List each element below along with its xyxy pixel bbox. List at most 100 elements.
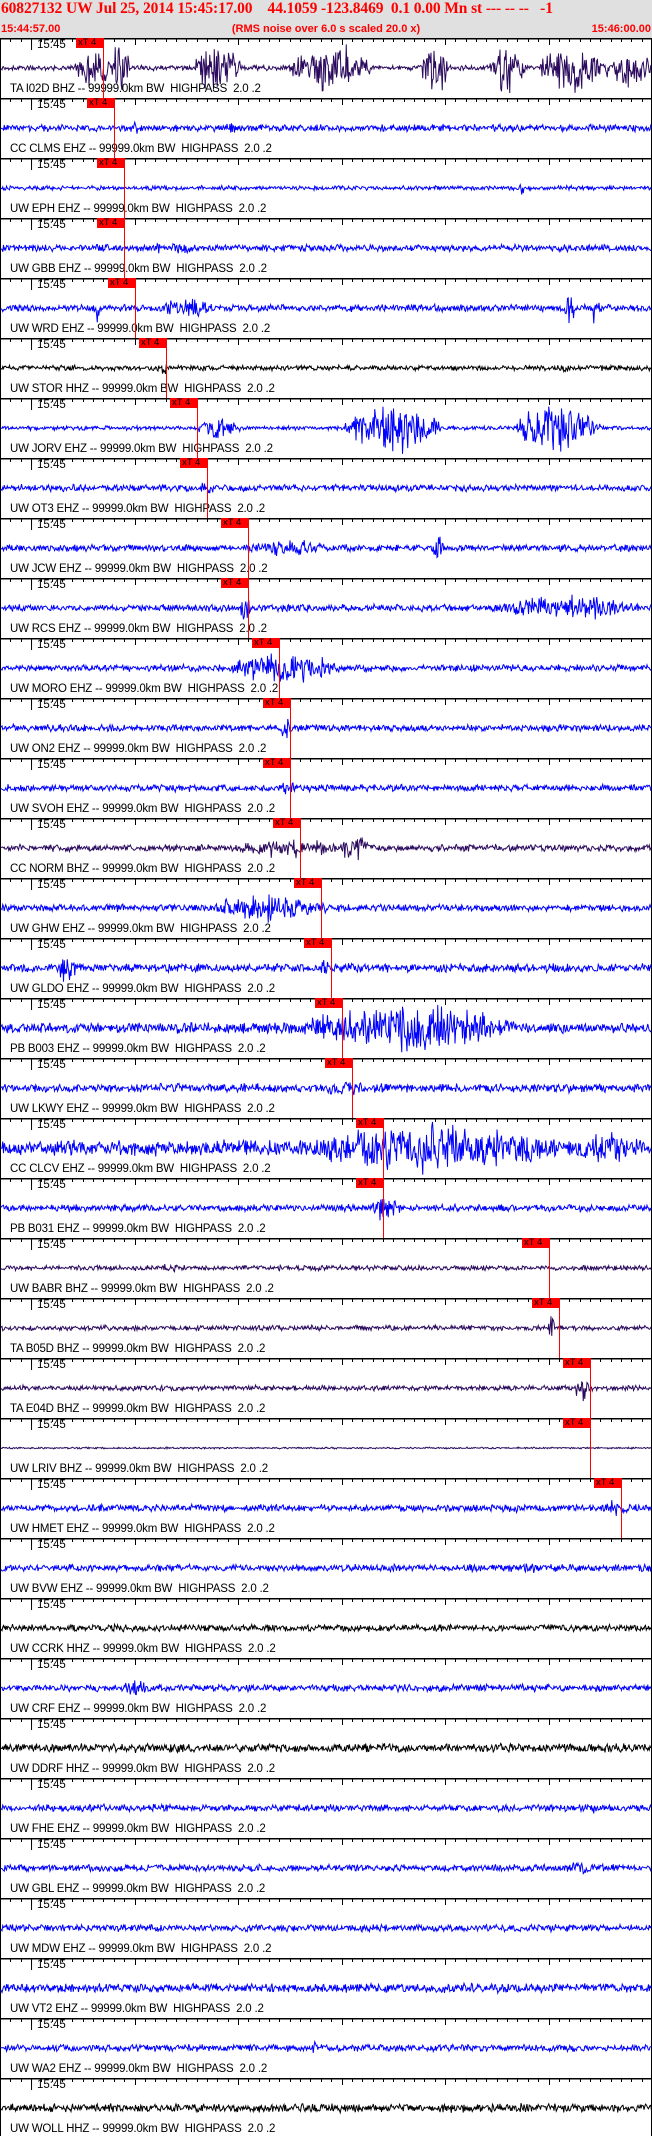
phase-pick-flag[interactable]: xT 4 [170, 398, 197, 408]
phase-pick-line[interactable] [166, 338, 167, 398]
minute-label: 15:45 [37, 1179, 66, 1191]
phase-pick-line[interactable] [331, 938, 332, 998]
seismogram-trace[interactable]: 15:45 UW JORV EHZ -- 99999.0km BW HIGHPAS… [0, 398, 652, 458]
seismogram-trace[interactable]: 15:45 TA I02D BHZ -- 99999.0km BW HIGHPAS… [0, 38, 652, 98]
seismogram-trace[interactable]: 15:45 CC NORM BHZ -- 99999.0km BW HIGHPAS… [0, 818, 652, 878]
phase-pick-flag[interactable]: xT 4 [221, 578, 248, 588]
phase-pick-line[interactable] [621, 1478, 622, 1538]
seismogram-trace[interactable]: 15:45 UW LRIV BHZ -- 99999.0km BW HIGHPAS… [0, 1418, 652, 1478]
seismogram-trace[interactable]: 15:45 UW GLDO EHZ -- 99999.0km BW HIGHPAS… [0, 938, 652, 998]
seismogram-trace[interactable]: 15:45 UW GHW EHZ -- 99999.0km BW HIGHPASS… [0, 878, 652, 938]
phase-pick-flag[interactable]: xT 4 [221, 518, 248, 528]
seismogram-trace[interactable]: 15:45 UW VT2 EHZ -- 99999.0km BW HIGHPASS… [0, 1958, 652, 2018]
phase-pick-line[interactable] [114, 98, 115, 158]
waveform-line [0, 536, 652, 559]
seismogram-trace[interactable]: 15:45 UW LKWY EHZ -- 99999.0km BW HIGHPAS… [0, 1058, 652, 1118]
waveform-line [0, 1446, 652, 1451]
phase-pick-line[interactable] [342, 998, 343, 1058]
seismogram-trace[interactable]: 15:45 UW EPH EHZ -- 99999.0km BW HIGHPASS… [0, 158, 652, 218]
seismogram-trace[interactable]: 15:45 UW OT3 EHZ -- 99999.0km BW HIGHPASS… [0, 458, 652, 518]
phase-pick-flag[interactable]: xT 4 [76, 38, 103, 48]
phase-pick-line[interactable] [383, 1178, 384, 1238]
phase-pick-line[interactable] [279, 638, 280, 698]
phase-pick-flag[interactable]: xT 4 [97, 158, 124, 168]
phase-pick-line[interactable] [207, 458, 208, 518]
phase-pick-flag[interactable]: xT 4 [180, 458, 207, 468]
seismogram-trace[interactable]: 15:45 UW GBB EHZ -- 99999.0km BW HIGHPASS… [0, 218, 652, 278]
phase-pick-line[interactable] [248, 578, 249, 638]
phase-pick-line[interactable] [124, 218, 125, 278]
phase-pick-line[interactable] [352, 1058, 353, 1118]
phase-pick-flag[interactable]: xT 4 [252, 638, 279, 648]
seismogram-trace[interactable]: 15:45 UW STOR HHZ -- 99999.0km BW HIGHPAS… [0, 338, 652, 398]
seismogram-trace[interactable]: 15:45 UW CRF EHZ -- 99999.0km BW HIGHPASS… [0, 1658, 652, 1718]
seismogram-trace[interactable]: 15:45 UW ON2 EHZ -- 99999.0km BW HIGHPASS… [0, 698, 652, 758]
phase-pick-line[interactable] [124, 158, 125, 218]
phase-pick-flag[interactable]: xT 4 [563, 1358, 590, 1368]
seismogram-trace[interactable]: 15:45 CC CLCV EHZ -- 99999.0km BW HIGHPAS… [0, 1118, 652, 1178]
seismogram-trace[interactable]: 15:45 UW WOLL HHZ -- 99999.0km BW HIGHPAS… [0, 2078, 652, 2138]
minute-label: 15:45 [37, 1119, 66, 1131]
phase-pick-flag[interactable]: xT 4 [594, 1478, 621, 1488]
phase-pick-line[interactable] [197, 398, 198, 458]
seismogram-trace[interactable]: 15:45 UW DDRF HHZ -- 99999.0km BW HIGHPAS… [0, 1718, 652, 1778]
waveform-line [0, 1500, 652, 1517]
seismogram-trace[interactable]: 15:45 UW RCS EHZ -- 99999.0km BW HIGHPASS… [0, 578, 652, 638]
phase-pick-flag[interactable]: xT 4 [294, 878, 321, 888]
phase-pick-line[interactable] [590, 1418, 591, 1478]
seismogram-trace[interactable]: 15:45 UW GBL EHZ -- 99999.0km BW HIGHPASS… [0, 1838, 652, 1898]
seismogram-trace[interactable]: 15:45 UW SVOH EHZ -- 99999.0km BW HIGHPAS… [0, 758, 652, 818]
phase-pick-line[interactable] [549, 1238, 550, 1298]
seismogram-trace[interactable]: 15:45 PB B003 EHZ -- 99999.0km BW HIGHPAS… [0, 998, 652, 1058]
phase-pick-line[interactable] [590, 1358, 591, 1418]
phase-pick-flag[interactable]: xT 4 [356, 1118, 383, 1128]
phase-pick-flag[interactable]: xT 4 [273, 818, 300, 828]
time-axis-ticks [0, 1118, 652, 1125]
seismogram-trace[interactable]: 15:45 UW HMET EHZ -- 99999.0km BW HIGHPAS… [0, 1478, 652, 1538]
seismogram-trace[interactable]: 15:45 UW JCW EHZ -- 99999.0km BW HIGHPASS… [0, 518, 652, 578]
phase-pick-line[interactable] [290, 698, 291, 758]
station-label: UW DDRF HHZ -- 99999.0km BW HIGHPASS 2.0… [10, 1763, 275, 1775]
seismogram-trace[interactable]: 15:45 UW BVW EHZ -- 99999.0km BW HIGHPASS… [0, 1538, 652, 1598]
phase-pick-flag[interactable]: xT 4 [532, 1298, 559, 1308]
phase-pick-line[interactable] [300, 818, 301, 878]
seismogram-trace[interactable]: 15:45 PB B031 EHZ -- 99999.0km BW HIGHPAS… [0, 1178, 652, 1238]
minute-label: 15:45 [37, 1959, 66, 1971]
seismogram-trace[interactable]: 15:45 UW MDW EHZ -- 99999.0km BW HIGHPASS… [0, 1898, 652, 1958]
phase-pick-flag[interactable]: xT 4 [97, 218, 124, 228]
phase-pick-line[interactable] [248, 518, 249, 578]
time-axis-ticks [0, 1898, 652, 1905]
seismogram-trace[interactable]: 15:45 TA B05D BHZ -- 99999.0km BW HIGHPAS… [0, 1298, 652, 1358]
phase-pick-flag[interactable]: xT 4 [108, 278, 135, 288]
phase-pick-flag[interactable]: xT 4 [263, 758, 290, 768]
phase-pick-flag[interactable]: xT 4 [356, 1178, 383, 1188]
station-label: UW GBL EHZ -- 99999.0km BW HIGHPASS 2.0 … [10, 1883, 266, 1895]
seismogram-trace[interactable]: 15:45 UW WA2 EHZ -- 99999.0km BW HIGHPASS… [0, 2018, 652, 2078]
phase-pick-line[interactable] [290, 758, 291, 818]
phase-pick-line[interactable] [135, 278, 136, 338]
phase-pick-line[interactable] [321, 878, 322, 938]
seismogram-trace[interactable]: 15:45 UW FHE EHZ -- 99999.0km BW HIGHPASS… [0, 1778, 652, 1838]
time-axis-ticks [0, 1598, 652, 1605]
seismogram-trace[interactable]: 15:45 UW WRD EHZ -- 99999.0km BW HIGHPASS… [0, 278, 652, 338]
phase-pick-flag[interactable]: xT 4 [325, 1058, 352, 1068]
phase-pick-flag[interactable]: xT 4 [304, 938, 331, 948]
seismogram-trace[interactable]: 15:45 UW MORO EHZ -- 99999.0km BW HIGHPAS… [0, 638, 652, 698]
phase-pick-line[interactable] [559, 1298, 560, 1358]
phase-pick-flag[interactable]: xT 4 [139, 338, 166, 348]
phase-pick-flag[interactable]: xT 4 [522, 1238, 549, 1248]
minute-label: 15:45 [37, 1299, 66, 1311]
seismogram-trace[interactable]: 15:45 UW CCRK HHZ -- 99999.0km BW HIGHPAS… [0, 1598, 652, 1658]
phase-pick-line[interactable] [103, 38, 104, 98]
waveform-line [0, 782, 652, 795]
seismogram-trace[interactable]: 15:45 TA E04D BHZ -- 99999.0km BW HIGHPAS… [0, 1358, 652, 1418]
phase-pick-flag[interactable]: xT 4 [263, 698, 290, 708]
time-axis-ticks [0, 518, 652, 525]
phase-pick-flag[interactable]: xT 4 [87, 98, 114, 108]
seismogram-trace[interactable]: 15:45 UW BABR BHZ -- 99999.0km BW HIGHPAS… [0, 1238, 652, 1298]
seismogram-trace[interactable]: 15:45 CC CLMS EHZ -- 99999.0km BW HIGHPAS… [0, 98, 652, 158]
phase-pick-line[interactable] [383, 1118, 384, 1178]
waveform-line [0, 1742, 652, 1754]
phase-pick-flag[interactable]: xT 4 [563, 1418, 590, 1428]
phase-pick-flag[interactable]: xT 4 [315, 998, 342, 1008]
